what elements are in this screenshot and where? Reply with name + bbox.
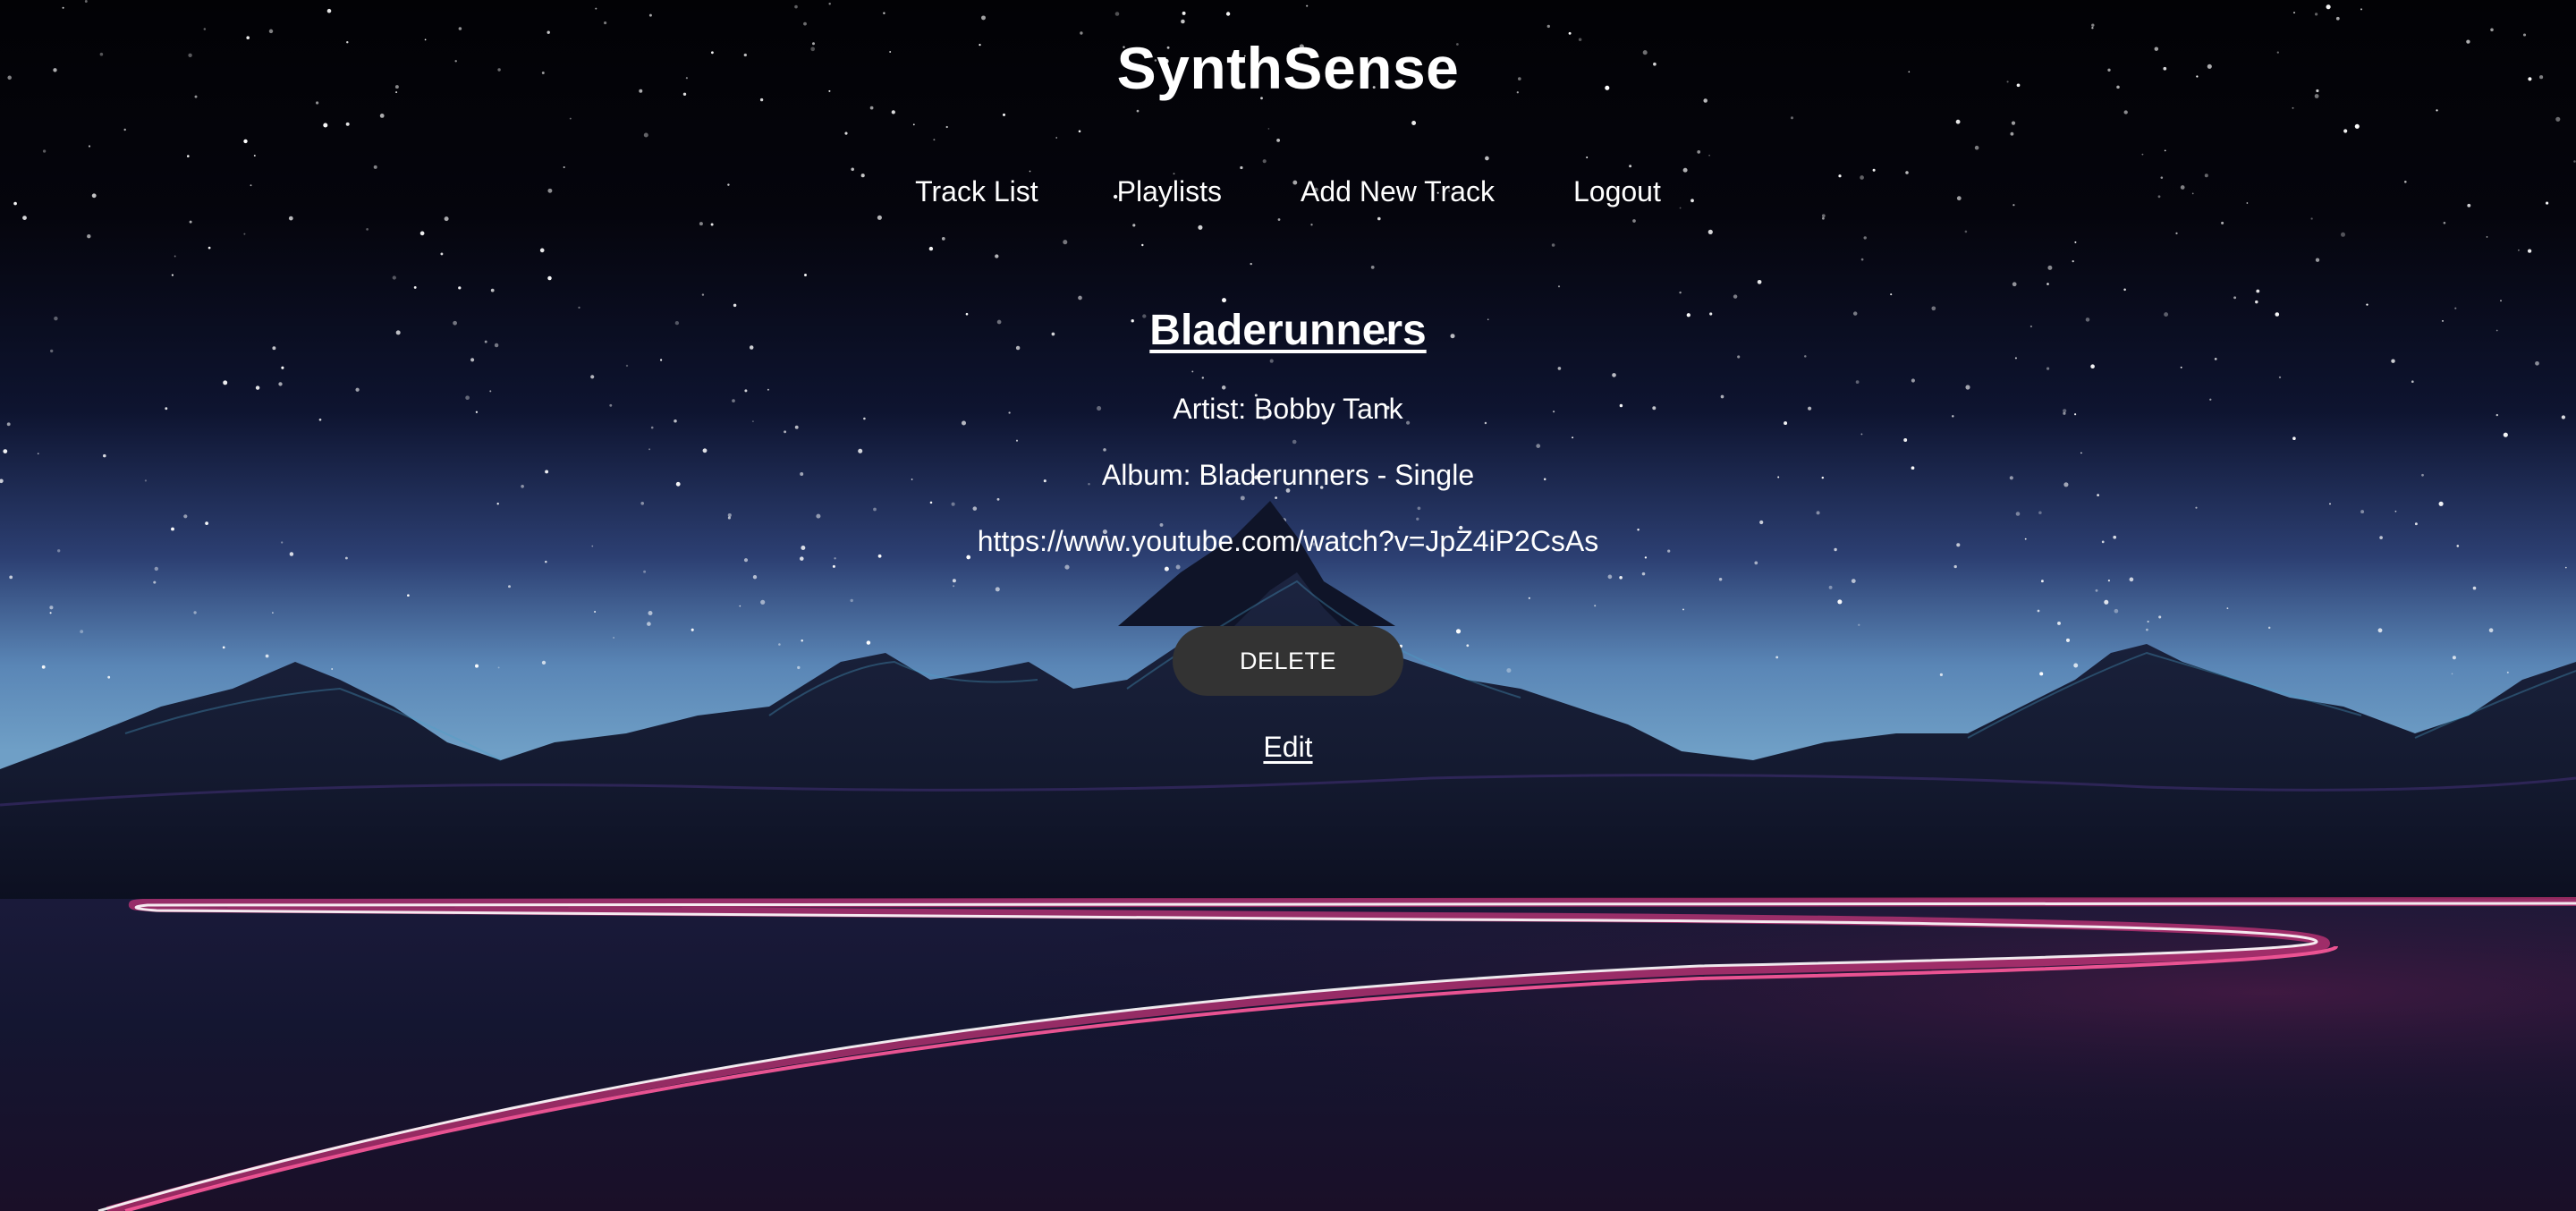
nav-link-track-list[interactable]: Track List: [915, 172, 1038, 211]
track-url: https://www.youtube.com/watch?v=JpZ4iP2C…: [977, 525, 1599, 557]
site-title: SynthSense: [1116, 35, 1460, 101]
track-title: Bladerunners: [1149, 307, 1427, 354]
page-content: SynthSense Track List Playlists Add New …: [0, 0, 2576, 1211]
track-album: Album: Bladerunners - Single: [1101, 459, 1475, 491]
track-artist: Artist: Bobby Tank: [1173, 393, 1403, 425]
delete-button[interactable]: DELETE: [1173, 626, 1403, 696]
nav-link-logout[interactable]: Logout: [1573, 172, 1661, 211]
nav-link-playlists[interactable]: Playlists: [1117, 172, 1222, 211]
main-nav: Track List Playlists Add New Track Logou…: [0, 172, 2576, 211]
edit-link[interactable]: Edit: [0, 728, 2576, 766]
nav-link-add-new-track[interactable]: Add New Track: [1301, 172, 1495, 211]
